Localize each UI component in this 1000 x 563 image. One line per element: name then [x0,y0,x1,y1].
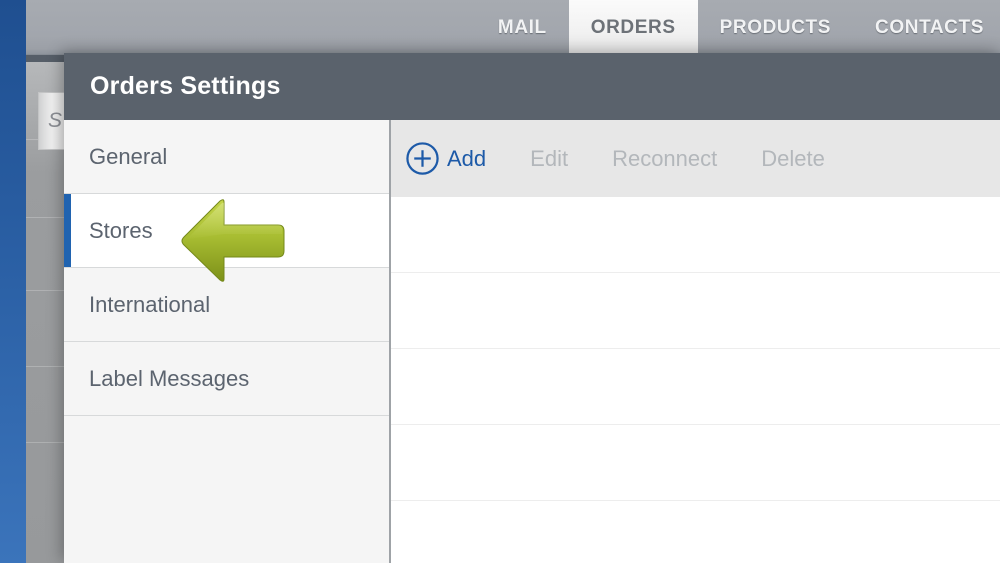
tab-mail[interactable]: MAIL [476,0,569,56]
reconnect-button[interactable]: Reconnect [590,146,739,172]
sidebar-empty-area [64,416,389,563]
settings-sidebar: General Stores International Label Messa… [64,120,391,563]
stores-list [391,197,1000,563]
plus-circle-icon [405,141,440,176]
tab-contacts[interactable]: CONTACTS [853,0,1000,56]
page-title: Orders Settings [90,72,281,101]
add-button-label: Add [447,146,486,172]
edit-button-label: Edit [530,146,568,172]
settings-content: Add Edit Reconnect Delete [391,120,1000,563]
table-row[interactable] [391,425,1000,501]
sidebar-item-label: Label Messages [89,366,249,392]
sidebar-item-international[interactable]: International [64,268,389,342]
dialog-body: General Stores International Label Messa… [64,120,1000,563]
table-row[interactable] [391,501,1000,563]
orders-settings-dialog: Orders Settings General Stores Internati… [64,53,1000,563]
dialog-header: Orders Settings [64,53,1000,120]
tab-orders[interactable]: ORDERS [569,0,698,56]
table-row[interactable] [391,197,1000,273]
sidebar-item-label: Stores [89,218,153,244]
tab-products[interactable]: PRODUCTS [698,0,853,56]
add-button[interactable]: Add [405,141,508,176]
edit-button[interactable]: Edit [508,146,590,172]
desktop-accent-strip [0,0,26,563]
table-row[interactable] [391,349,1000,425]
sidebar-item-label: General [89,144,167,170]
sidebar-item-stores[interactable]: Stores [64,194,389,268]
nav-tabs: MAIL ORDERS PRODUCTS CONTACTS [26,0,1000,56]
sidebar-item-label: International [89,292,210,318]
table-row[interactable] [391,273,1000,349]
reconnect-button-label: Reconnect [612,146,717,172]
sidebar-item-label-messages[interactable]: Label Messages [64,342,389,416]
content-toolbar: Add Edit Reconnect Delete [391,120,1000,197]
delete-button[interactable]: Delete [739,146,847,172]
screenshot-root: S MAIL ORDERS PRODUCTS CONTACTS Orders S… [0,0,1000,563]
sidebar-item-general[interactable]: General [64,120,389,194]
delete-button-label: Delete [761,146,825,172]
